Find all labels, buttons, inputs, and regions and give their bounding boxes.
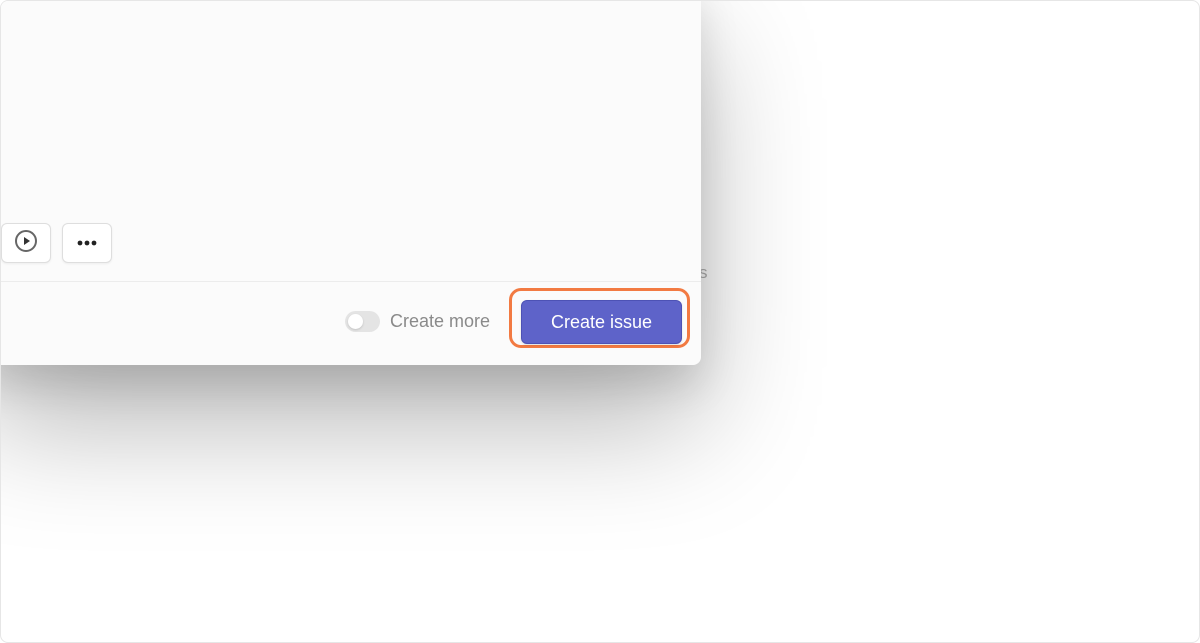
- create-issue-button[interactable]: Create issue: [521, 300, 682, 344]
- more-horizontal-icon: [76, 234, 98, 252]
- create-more-toggle[interactable]: Create more: [345, 311, 490, 332]
- toggle-knob: [348, 314, 363, 329]
- create-more-label: Create more: [390, 311, 491, 331]
- screen: s Create more Create issue: [0, 0, 1200, 643]
- toggle-switch[interactable]: [345, 311, 380, 332]
- play-circle-icon: [14, 229, 38, 258]
- footer-divider: [1, 281, 701, 282]
- play-button[interactable]: [1, 223, 51, 263]
- more-options-button[interactable]: [62, 223, 112, 263]
- create-issue-modal: Create more Create issue: [1, 1, 701, 365]
